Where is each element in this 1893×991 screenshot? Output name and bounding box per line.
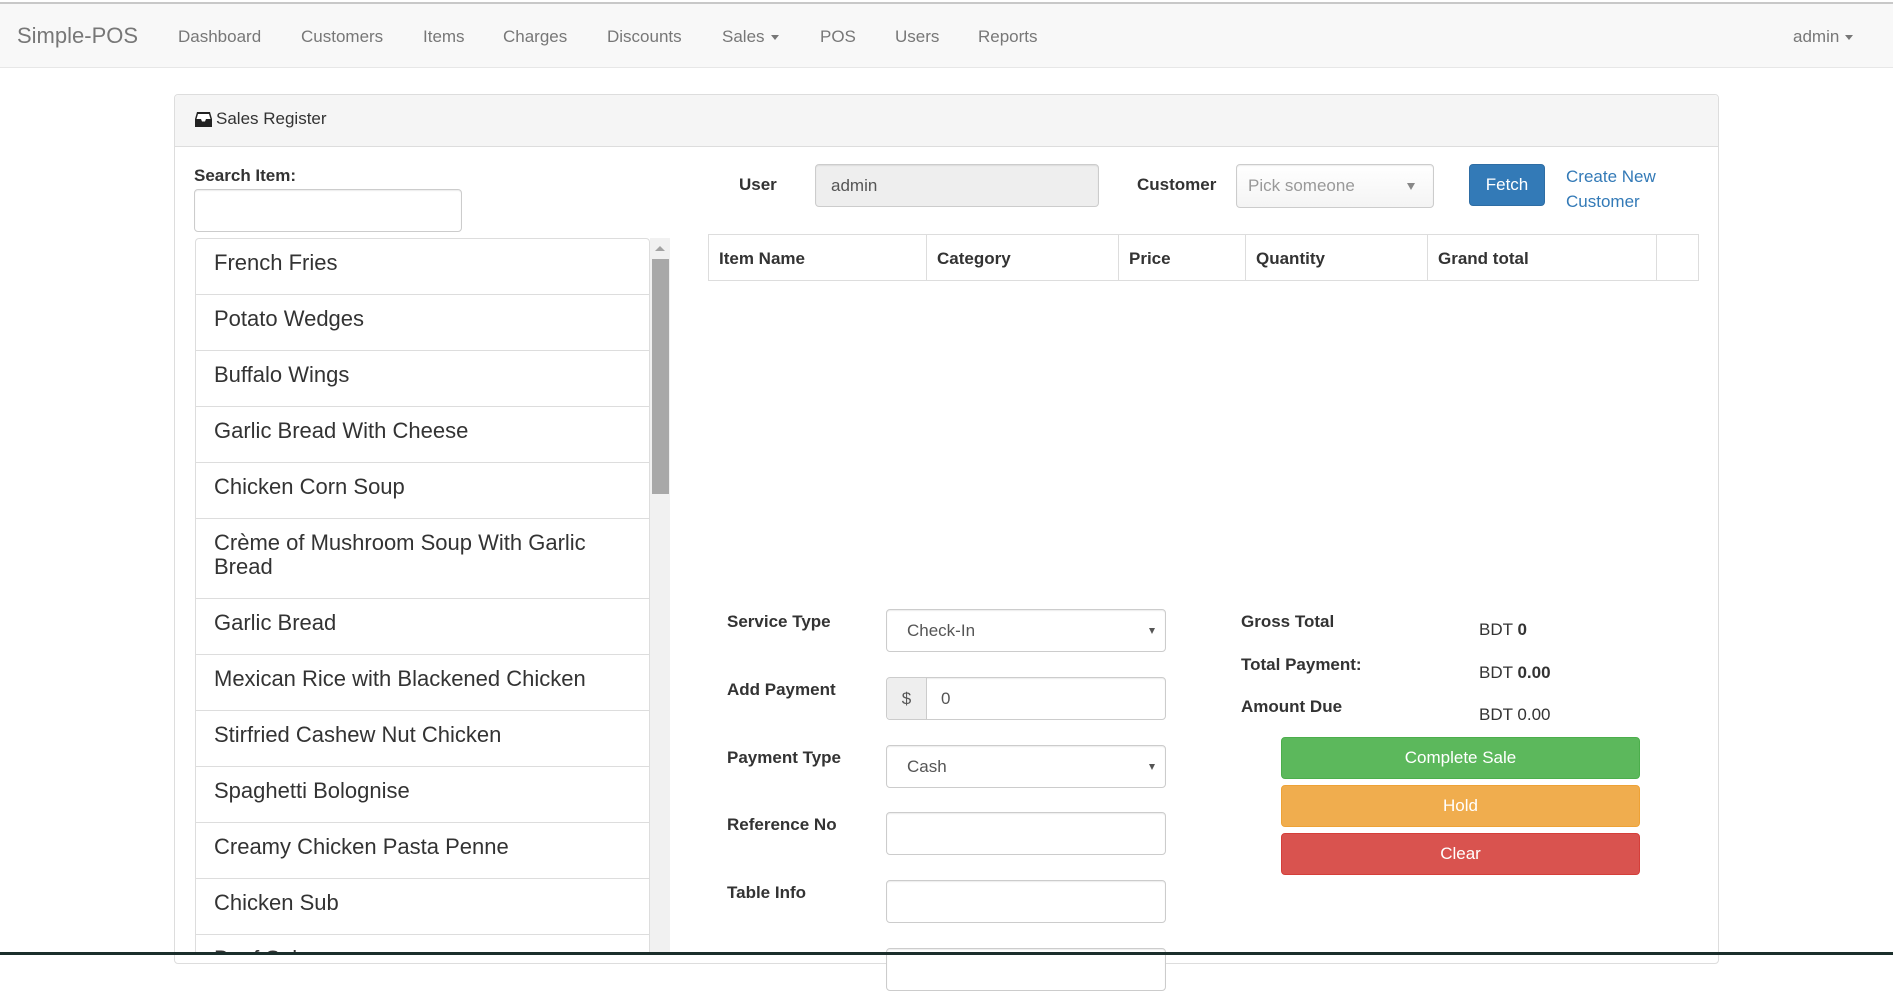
chevron-down-icon — [1149, 627, 1155, 634]
user-field-value: admin — [831, 175, 878, 195]
user-label: User — [739, 175, 777, 194]
add-payment-input[interactable]: $ 0 — [886, 677, 1166, 720]
payment-type-select[interactable]: Cash — [886, 745, 1166, 788]
reference-no-input[interactable] — [886, 812, 1166, 855]
payment-type-label: Payment Type — [727, 748, 842, 767]
list-item[interactable]: Spaghetti Bolognise — [196, 767, 649, 823]
add-payment-value: 0 — [941, 688, 951, 708]
nav-pos[interactable]: POS — [820, 27, 856, 47]
service-type-select[interactable]: Check-In — [886, 609, 1166, 652]
cart-table: Item Name Category Price Quantity Grand … — [708, 234, 1699, 281]
list-item[interactable]: Chicken Corn Soup — [196, 463, 649, 519]
nav-dashboard[interactable]: Dashboard — [178, 27, 261, 47]
nav-users[interactable]: Users — [895, 27, 939, 47]
reference-no-label: Reference No — [727, 815, 837, 834]
chevron-down-icon — [1149, 763, 1155, 770]
gross-total-amount: 0 — [1517, 620, 1527, 639]
scroll-up-arrow-icon[interactable] — [655, 246, 665, 251]
scrollbar-thumb[interactable] — [652, 259, 669, 494]
customer-select[interactable]: Pick someone — [1236, 164, 1434, 208]
customer-label: Customer — [1137, 175, 1217, 194]
table-info-input[interactable] — [886, 880, 1166, 923]
create-new-customer-link[interactable]: Create New Customer — [1566, 164, 1666, 214]
list-item[interactable]: French Fries — [196, 239, 649, 295]
clear-button[interactable]: Clear — [1281, 833, 1640, 875]
user-menu-label: admin — [1793, 27, 1840, 46]
list-item[interactable]: Creamy Chicken Pasta Penne — [196, 823, 649, 879]
fetch-button[interactable]: Fetch — [1469, 164, 1545, 206]
total-payment-value: BDT 0.00 — [1479, 663, 1551, 683]
list-item[interactable]: Buffalo Wings — [196, 351, 649, 407]
panel-heading: Sales Register — [175, 95, 1718, 147]
item-list: French Fries Potato Wedges Buffalo Wings… — [195, 238, 650, 955]
customer-select-placeholder: Pick someone — [1248, 176, 1355, 195]
column-header-price: Price — [1119, 235, 1246, 280]
service-type-value: Check-In — [907, 620, 976, 640]
user-field: admin — [815, 164, 1099, 207]
list-item[interactable]: Chicken Sub — [196, 879, 649, 935]
column-header-quantity: Quantity — [1246, 235, 1428, 280]
search-item-label: Search Item: — [194, 166, 297, 185]
nav-charges[interactable]: Charges — [503, 27, 567, 47]
list-item[interactable]: Garlic Bread With Cheese — [196, 407, 649, 463]
nav-sales-label: Sales — [722, 27, 765, 46]
column-header-item-name: Item Name — [709, 235, 927, 280]
chevron-down-icon — [1407, 183, 1415, 190]
amount-due-value: BDT 0.00 — [1479, 705, 1551, 724]
total-payment-label: Total Payment: — [1241, 655, 1362, 674]
nav-discounts[interactable]: Discounts — [607, 27, 682, 47]
inbox-icon — [195, 111, 212, 127]
payment-type-value: Cash — [907, 756, 947, 776]
panel-title-text: Sales Register — [216, 109, 327, 128]
list-item[interactable]: Mexican Rice with Blackened Chicken — [196, 655, 649, 711]
user-menu-dropdown[interactable]: admin — [1793, 27, 1854, 47]
caret-down-icon — [1845, 35, 1854, 41]
list-item[interactable]: Crème of Mushroom Soup With Garlic Bread — [196, 519, 649, 599]
hold-button[interactable]: Hold — [1281, 785, 1640, 827]
table-info-label: Table Info — [727, 883, 807, 902]
nav-reports[interactable]: Reports — [978, 27, 1038, 47]
nav-items[interactable]: Items — [423, 27, 465, 47]
list-item[interactable]: Stirfried Cashew Nut Chicken — [196, 711, 649, 767]
list-item[interactable]: Potato Wedges — [196, 295, 649, 351]
service-type-label: Service Type — [727, 612, 831, 631]
column-header-actions — [1657, 235, 1698, 280]
navbar: Simple-POS Dashboard Customers Items Cha… — [0, 4, 1893, 68]
column-header-category: Category — [927, 235, 1119, 280]
add-payment-label: Add Payment — [727, 680, 836, 699]
total-payment-amount: 0.00 — [1517, 663, 1551, 682]
nav-customers[interactable]: Customers — [301, 27, 383, 47]
search-item-input[interactable] — [194, 189, 462, 232]
total-payment-currency: BDT — [1479, 663, 1513, 682]
caret-down-icon — [770, 35, 779, 41]
list-item[interactable]: Garlic Bread — [196, 599, 649, 655]
gross-total-label: Gross Total — [1241, 612, 1335, 631]
panel-title: Sales Register — [195, 109, 327, 129]
column-header-grand-total: Grand total — [1428, 235, 1657, 280]
brand-link[interactable]: Simple-POS — [17, 23, 138, 49]
complete-sale-button[interactable]: Complete Sale — [1281, 737, 1640, 779]
nav-sales-dropdown[interactable]: Sales — [722, 27, 779, 47]
currency-addon: $ — [887, 678, 927, 719]
item-list-scrollbar[interactable] — [650, 238, 670, 955]
gross-total-value: BDT 0 — [1479, 620, 1527, 640]
amount-due-label: Amount Due — [1241, 697, 1343, 716]
gross-total-currency: BDT — [1479, 620, 1513, 639]
